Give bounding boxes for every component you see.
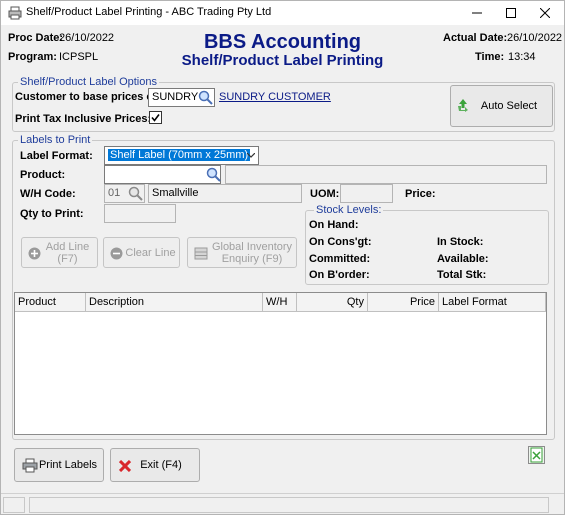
customer-label: Customer to base prices on: [15, 91, 164, 103]
exit-label: Exit (F4) [140, 459, 182, 471]
maximize-button[interactable] [494, 1, 528, 25]
customer-name-link[interactable]: SUNDRY CUSTOMER [219, 91, 331, 103]
add-line-shortcut: (F7) [57, 252, 78, 265]
total-stock-label: Total Stk: [437, 269, 487, 281]
print-labels-label: Print Labels [38, 459, 98, 471]
column-header-wh[interactable]: W/H [263, 293, 297, 312]
global-inventory-enquiry-button[interactable]: Global Inventory Enquiry (F9) [187, 237, 297, 268]
close-icon [540, 8, 550, 18]
tax-inclusive-label: Print Tax Inclusive Prices: [15, 113, 152, 125]
price-label: Price: [405, 188, 436, 200]
printer-app-icon [8, 6, 22, 20]
clear-line-label: Clear Line [125, 246, 176, 259]
uom-field [340, 184, 393, 203]
status-cell-1 [3, 497, 25, 513]
on-hand-label: On Hand: [309, 219, 359, 231]
time-label: Time: [475, 51, 505, 63]
chevron-down-icon [247, 153, 255, 158]
auto-select-label: Auto Select [480, 100, 538, 112]
add-line-label: Add Line [45, 240, 90, 253]
wh-name-field: Smallville [148, 184, 302, 203]
title-bar: Shelf/Product Label Printing - ABC Tradi… [1, 1, 564, 25]
plus-circle-icon [28, 247, 41, 260]
exit-x-icon [119, 460, 131, 472]
qty-to-print-label: Qty to Print: [20, 208, 84, 220]
labels-to-print-legend: Labels to Print [18, 134, 93, 146]
stock-levels-legend: Stock Levels: [314, 204, 384, 216]
global-inventory-shortcut: Enquiry (F9) [221, 252, 283, 265]
clear-line-button[interactable]: Clear Line [103, 237, 180, 268]
product-description-field [225, 165, 547, 184]
qty-to-print-field[interactable] [104, 204, 176, 223]
actual-date-label: Actual Date: [443, 32, 508, 44]
window-title: Shelf/Product Label Printing - ABC Tradi… [26, 6, 272, 18]
label-format-selected: Shelf Label (70mm x 25mm) [108, 149, 251, 161]
minimize-button[interactable] [460, 1, 494, 25]
export-button[interactable] [528, 446, 545, 464]
print-labels-button[interactable]: Print Labels [14, 448, 104, 482]
maximize-icon [506, 8, 516, 18]
label-options-legend: Shelf/Product Label Options [18, 76, 159, 88]
uom-label: UOM: [310, 188, 340, 200]
add-line-button[interactable]: Add Line (F7) [21, 237, 98, 268]
column-header-qty[interactable]: Qty [297, 293, 368, 312]
tax-inclusive-checkbox[interactable] [149, 111, 162, 124]
product-label: Product: [20, 169, 66, 181]
minimize-icon [472, 12, 482, 14]
committed-label: Committed: [309, 253, 371, 265]
column-header-label-format[interactable]: Label Format [439, 293, 546, 312]
grid-header: Product Description W/H Qty Price Label … [15, 293, 546, 312]
product-field[interactable] [104, 165, 221, 184]
auto-select-button[interactable]: Auto Select [450, 85, 553, 127]
spreadsheet-icon [530, 447, 543, 463]
close-button[interactable] [528, 1, 562, 25]
checkmark-icon [151, 114, 160, 122]
global-inventory-label: Global Inventory [211, 240, 293, 253]
available-label: Available: [437, 253, 489, 265]
column-header-price[interactable]: Price [368, 293, 439, 312]
column-header-product[interactable]: Product [15, 293, 86, 312]
inventory-icon [194, 247, 208, 260]
wh-search-icon[interactable] [128, 186, 143, 201]
wh-code-label: W/H Code: [20, 188, 76, 200]
column-header-description[interactable]: Description [86, 293, 263, 312]
time-value: 13:34 [508, 51, 536, 63]
labels-grid[interactable]: Product Description W/H Qty Price Label … [14, 292, 547, 435]
on-backorder-label: On B'order: [309, 269, 370, 281]
status-cell-2 [29, 497, 549, 513]
recycle-icon [458, 99, 468, 112]
in-stock-label: In Stock: [437, 236, 484, 248]
application-window: Shelf/Product Label Printing - ABC Tradi… [0, 0, 565, 515]
status-bar [1, 493, 564, 514]
exit-button[interactable]: Exit (F4) [110, 448, 200, 482]
minus-circle-icon [110, 247, 123, 260]
label-format-dropdown[interactable]: Shelf Label (70mm x 25mm) [104, 146, 259, 165]
search-icon[interactable] [198, 90, 213, 105]
printer-icon [22, 458, 38, 473]
on-consignment-label: On Cons'gt: [309, 236, 372, 248]
label-format-label: Label Format: [20, 150, 93, 162]
actual-date-value: 26/10/2022 [507, 32, 563, 44]
product-search-icon[interactable] [206, 167, 221, 182]
